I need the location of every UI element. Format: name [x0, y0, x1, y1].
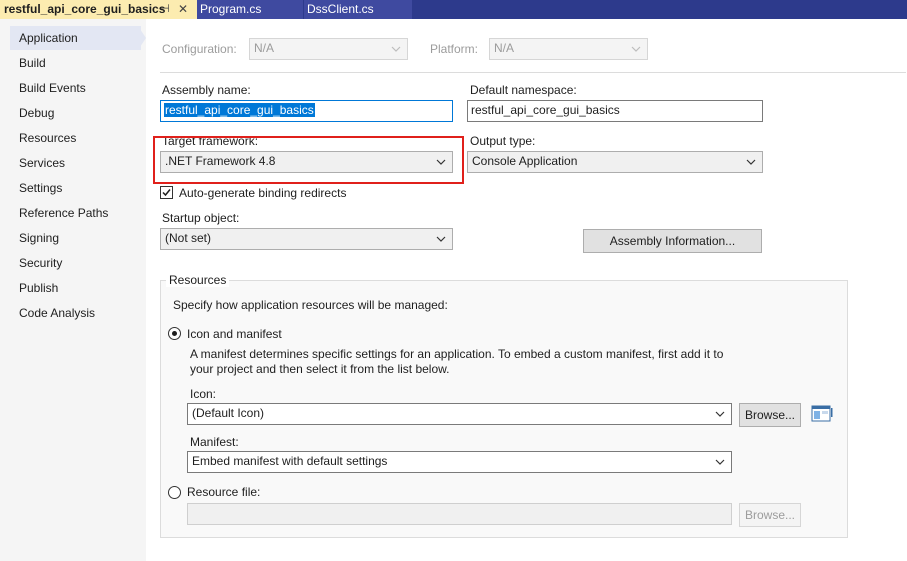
configuration-label: Configuration:: [162, 42, 237, 56]
tab-dssclient-cs[interactable]: DssClient.cs: [304, 0, 412, 19]
manifest-value: Embed manifest with default settings: [192, 454, 388, 468]
default-namespace-label: Default namespace:: [470, 83, 577, 97]
nav-item-signing[interactable]: Signing: [10, 226, 141, 250]
chevron-down-icon: [436, 236, 446, 242]
nav-item-build-events[interactable]: Build Events: [10, 76, 141, 100]
startup-object-value: (Not set): [165, 231, 212, 245]
window-icon: [811, 405, 833, 422]
nav-item-resources[interactable]: Resources: [10, 126, 141, 150]
platform-dropdown[interactable]: N/A: [489, 38, 648, 60]
chevron-down-icon: [746, 159, 756, 165]
icon-browse-button[interactable]: Browse...: [739, 403, 801, 427]
nav-item-application[interactable]: Application: [10, 26, 141, 50]
target-framework-value: .NET Framework 4.8: [165, 154, 276, 168]
application-icon-preview: [811, 405, 833, 423]
assembly-information-button[interactable]: Assembly Information...: [583, 229, 762, 253]
resources-group-label: Resources: [166, 273, 230, 287]
resource-file-browse-button[interactable]: Browse...: [739, 503, 801, 527]
assembly-name-label: Assembly name:: [162, 83, 251, 97]
chevron-down-icon: [436, 159, 446, 165]
configuration-value: N/A: [254, 41, 275, 55]
resource-file-label: Resource file:: [187, 485, 261, 499]
chevron-down-icon: [631, 46, 641, 52]
assembly-name-value: restful_api_core_gui_basics: [164, 103, 315, 117]
tab-dssclient-cs-label: DssClient.cs: [307, 2, 374, 16]
default-namespace-value: restful_api_core_gui_basics: [471, 103, 620, 117]
output-type-label: Output type:: [470, 134, 536, 148]
icon-label: Icon:: [190, 387, 217, 401]
auto-binding-label: Auto-generate binding redirects: [179, 186, 347, 200]
tab-project-properties-label: restful_api_core_gui_basics: [4, 2, 166, 16]
document-tab-strip: restful_api_core_gui_basics ⊣ ✕ Program.…: [0, 0, 907, 19]
icon-and-manifest-label: Icon and manifest: [187, 327, 282, 341]
nav-selected-arrow: [138, 26, 146, 50]
resource-file-input[interactable]: [187, 503, 732, 525]
close-icon[interactable]: ✕: [176, 0, 190, 19]
manifest-description-line2: your project and then select it from the…: [190, 362, 450, 376]
chevron-down-icon: [391, 46, 401, 52]
radio-selected-dot: [172, 331, 177, 336]
platform-value: N/A: [494, 41, 515, 55]
icon-and-manifest-radio[interactable]: [168, 327, 181, 340]
resource-file-radio[interactable]: [168, 486, 181, 499]
nav-item-security[interactable]: Security: [10, 251, 141, 275]
resources-description: Specify how application resources will b…: [173, 298, 448, 312]
nav-item-build[interactable]: Build: [10, 51, 141, 75]
assembly-name-input[interactable]: restful_api_core_gui_basics: [160, 100, 453, 122]
output-type-dropdown[interactable]: Console Application: [467, 151, 763, 173]
nav-item-code-analysis[interactable]: Code Analysis: [10, 301, 141, 325]
startup-object-dropdown[interactable]: (Not set): [160, 228, 453, 250]
manifest-description-line1: A manifest determines specific settings …: [190, 347, 724, 361]
startup-object-label: Startup object:: [162, 211, 240, 225]
platform-label: Platform:: [430, 42, 479, 56]
manifest-label: Manifest:: [190, 435, 239, 449]
checkmark-icon: [162, 189, 171, 197]
nav-item-reference-paths[interactable]: Reference Paths: [10, 201, 141, 225]
target-framework-dropdown[interactable]: .NET Framework 4.8: [160, 151, 453, 173]
default-namespace-input[interactable]: restful_api_core_gui_basics: [467, 100, 763, 122]
pin-icon[interactable]: ⊣: [158, 0, 172, 19]
auto-binding-checkbox[interactable]: [160, 186, 173, 199]
nav-item-settings[interactable]: Settings: [10, 176, 141, 200]
manifest-dropdown[interactable]: Embed manifest with default settings: [187, 451, 732, 473]
configuration-dropdown[interactable]: N/A: [249, 38, 408, 60]
output-type-value: Console Application: [472, 154, 578, 168]
chevron-down-icon: [715, 411, 725, 417]
tab-program-cs[interactable]: Program.cs: [197, 0, 303, 19]
separator: [160, 72, 906, 73]
icon-value: (Default Icon): [192, 406, 265, 420]
nav-item-publish[interactable]: Publish: [10, 276, 141, 300]
tab-program-cs-label: Program.cs: [200, 2, 262, 16]
chevron-down-icon: [715, 459, 725, 465]
icon-dropdown[interactable]: (Default Icon): [187, 403, 732, 425]
nav-item-debug[interactable]: Debug: [10, 101, 141, 125]
nav-item-services[interactable]: Services: [10, 151, 141, 175]
